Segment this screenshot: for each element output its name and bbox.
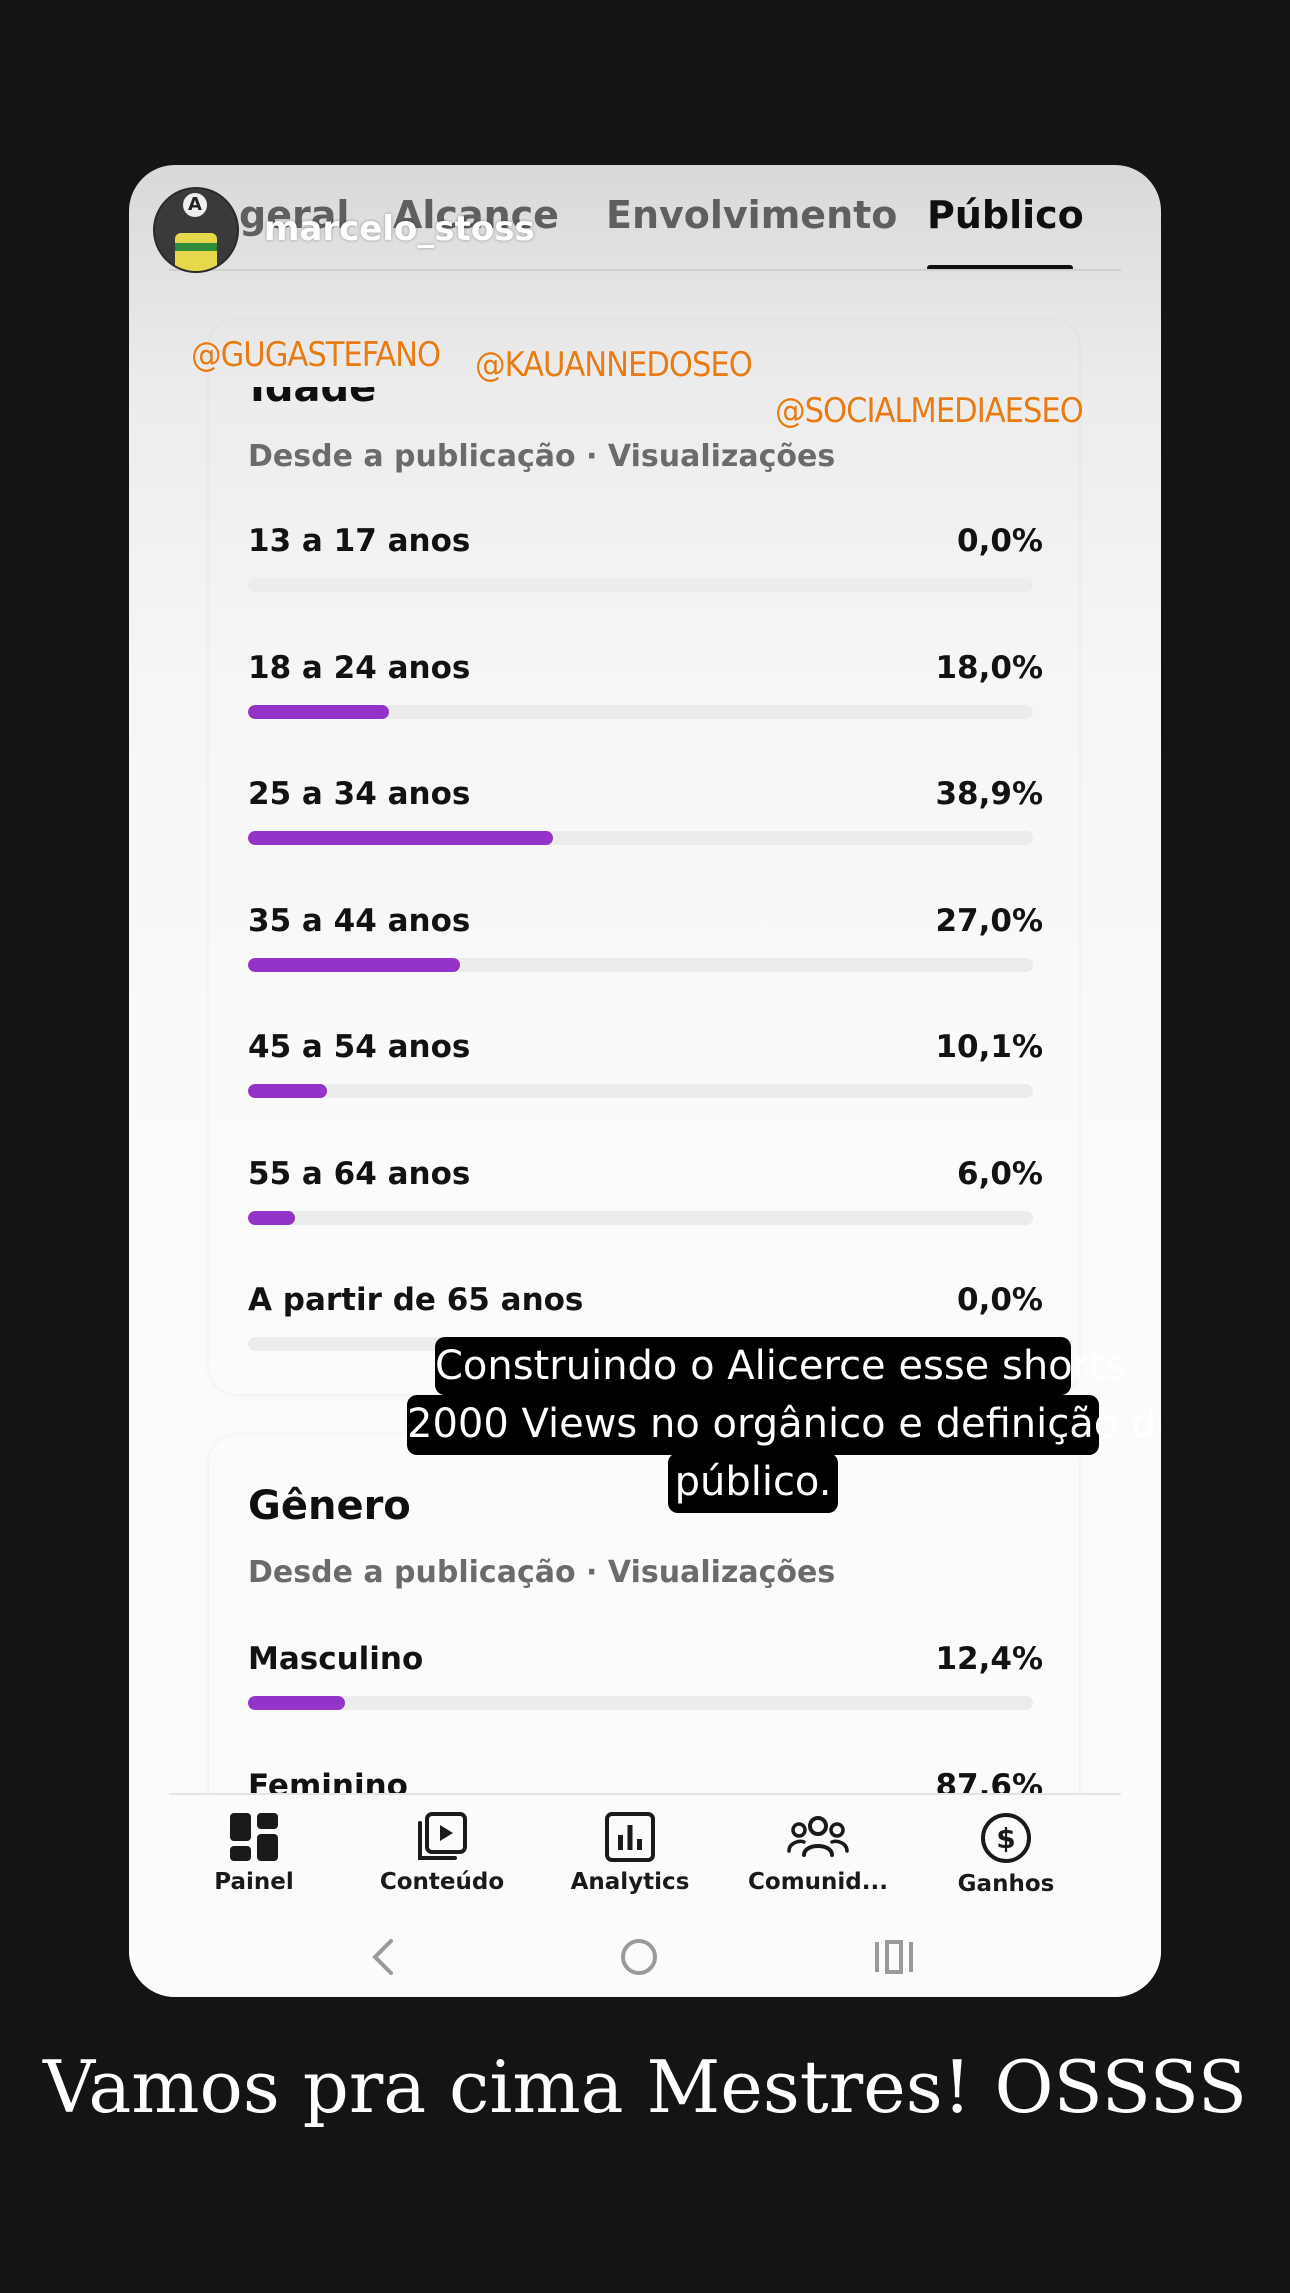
nav-label: Ganhos — [957, 1871, 1055, 1897]
progress-track — [248, 831, 1033, 845]
age-section-subtitle: Desde a publicação · Visualizações — [248, 439, 836, 474]
nav-item-content[interactable]: Conteúdo — [362, 1811, 522, 1895]
progress-track — [248, 957, 1033, 972]
nav-label: Analytics — [570, 1869, 690, 1895]
svg-text:$: $ — [996, 1822, 1015, 1855]
progress-track — [248, 1084, 1033, 1098]
row-value: 38,9% — [935, 776, 1043, 812]
caption-line: Construindo o Alicerce esse shorts — [435, 1337, 1126, 1395]
progress-fill — [248, 1696, 346, 1710]
username[interactable]: marcelo_stoss — [264, 209, 535, 249]
row-value: 0,0% — [957, 523, 1043, 559]
system-navigation-bar — [129, 1917, 1161, 1997]
progress-track — [248, 578, 1033, 592]
row-label: 45 a 54 anos — [248, 1029, 471, 1065]
row-value: 0,0% — [957, 1282, 1043, 1318]
avatar[interactable]: A — [153, 187, 239, 273]
back-icon[interactable] — [367, 1937, 401, 1977]
mention-tag[interactable]: @GUGASTEFANO — [191, 335, 441, 375]
mention-tag[interactable]: @SOCIALMEDIAESEO — [775, 391, 1084, 431]
age-card — [209, 319, 1079, 1394]
recents-icon[interactable] — [873, 1937, 915, 1977]
caption-line: público. — [668, 1453, 838, 1513]
row-label: 35 a 44 anos — [248, 902, 471, 939]
row-label: Masculino — [248, 1641, 424, 1677]
progress-fill — [248, 1210, 296, 1225]
progress-track — [248, 1210, 1033, 1225]
nav-item-community[interactable]: Comunid... — [738, 1811, 898, 1895]
row-label: 55 a 64 anos — [248, 1155, 471, 1192]
row-value: 18,0% — [935, 649, 1043, 686]
caption-line: 2000 Views no orgânico e definição de — [407, 1395, 1161, 1455]
progress-fill — [248, 704, 390, 719]
nav-label: Conteúdo — [379, 1869, 505, 1895]
progress-fill — [248, 957, 460, 972]
dashboard-icon — [230, 1813, 278, 1861]
row-label: 13 a 17 anos — [248, 523, 471, 559]
gender-section-subtitle: Desde a publicação · Visualizações — [248, 1555, 836, 1590]
row-label: A partir de 65 anos — [248, 1282, 584, 1318]
tab-engagement[interactable]: Envolvimento — [606, 193, 897, 237]
avatar-logo-icon: A — [183, 193, 207, 217]
row-label: 25 a 34 anos — [248, 776, 471, 812]
earnings-icon: $ — [981, 1813, 1031, 1863]
nav-item-earnings[interactable]: $ Ganhos — [926, 1811, 1086, 1897]
mention-tag[interactable]: @KAUANNEDOSEO — [475, 345, 753, 385]
content-icon — [418, 1812, 467, 1860]
row-value: 27,0% — [935, 902, 1043, 939]
progress-fill — [248, 1084, 328, 1098]
row-value: 10,1% — [935, 1029, 1043, 1065]
progress-track — [248, 704, 1033, 719]
tab-audience[interactable]: Público — [927, 193, 1084, 237]
progress-track — [248, 1696, 1033, 1710]
app-screenshot: geral Alcance Envolvimento Público A mar… — [129, 165, 1161, 1997]
row-value: 6,0% — [957, 1155, 1043, 1192]
gender-section-title: Gênero — [248, 1483, 411, 1529]
nav-item-analytics[interactable]: Analytics — [550, 1811, 710, 1895]
bottom-navigation: Painel Conteúdo Analytics Comunid... $ G… — [169, 1793, 1121, 1915]
nav-label: Comunid... — [748, 1869, 888, 1895]
nav-label: Painel — [214, 1869, 294, 1895]
analytics-icon — [605, 1812, 655, 1862]
row-value: 12,4% — [935, 1641, 1043, 1677]
story-caption: Vamos pra cima Mestres! OSSSS — [42, 2045, 1248, 2129]
tab-divider — [169, 269, 1121, 271]
home-icon[interactable] — [619, 1937, 659, 1977]
nav-item-dashboard[interactable]: Painel — [174, 1811, 334, 1895]
row-label: 18 a 24 anos — [248, 649, 471, 686]
progress-fill — [248, 831, 554, 845]
community-icon — [787, 1816, 849, 1857]
